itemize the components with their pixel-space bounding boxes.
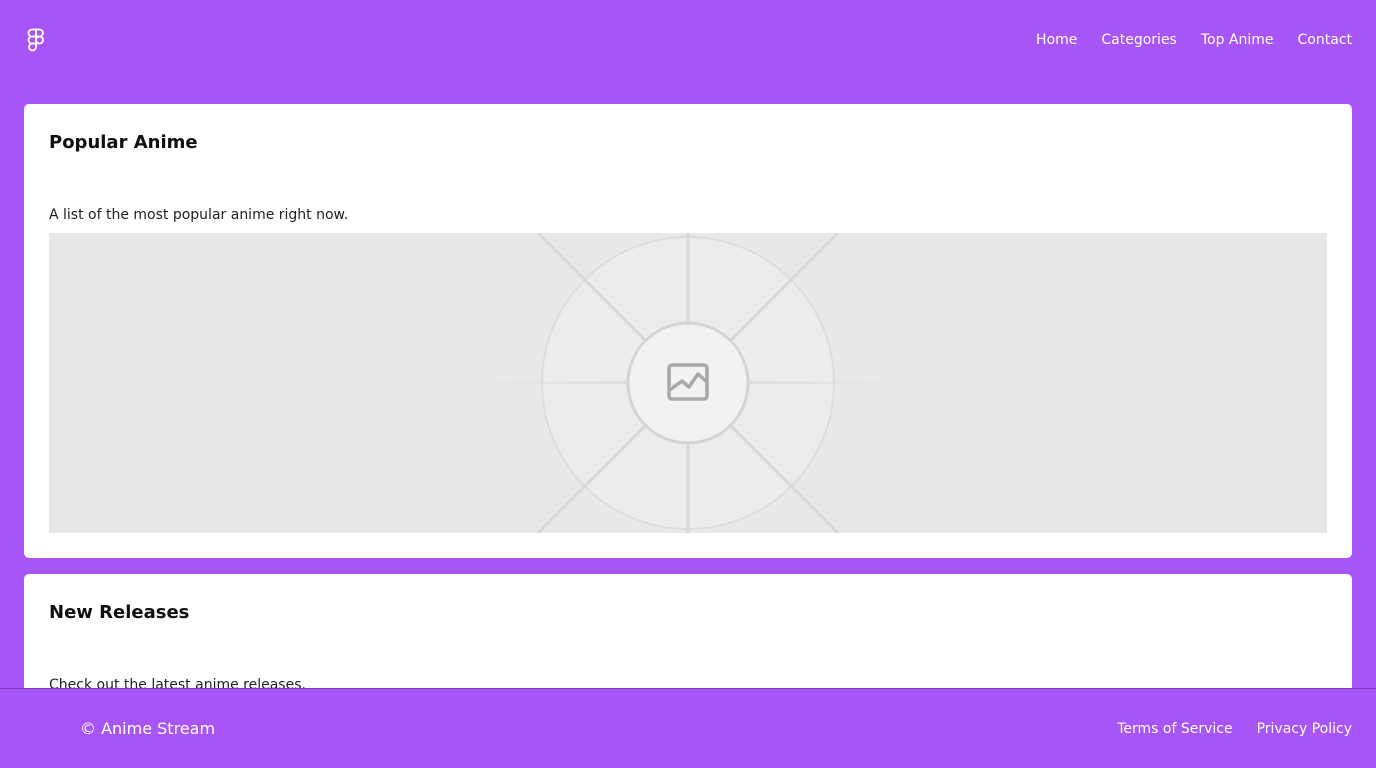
footer-links: Terms of Service Privacy Policy	[1117, 720, 1352, 738]
nav-categories[interactable]: Categories	[1101, 30, 1176, 50]
section-title: Popular Anime	[49, 132, 198, 153]
site-header: Home Categories Top Anime Contact	[0, 0, 1376, 80]
section-title: New Releases	[49, 602, 190, 623]
copyright-text: © Anime Stream	[80, 719, 216, 738]
page: Home Categories Top Anime Contact Popula…	[0, 0, 1376, 768]
image-placeholder-graphic	[479, 233, 897, 533]
nav-contact[interactable]: Contact	[1298, 30, 1352, 50]
nav-home[interactable]: Home	[1036, 30, 1077, 50]
privacy-policy-link[interactable]: Privacy Policy	[1257, 720, 1352, 738]
figma-logo-icon[interactable]	[26, 28, 46, 54]
section-description: A list of the most popular anime right n…	[49, 207, 349, 223]
nav-top-anime[interactable]: Top Anime	[1201, 30, 1274, 50]
image-placeholder	[49, 233, 1327, 533]
terms-of-service-link[interactable]: Terms of Service	[1117, 720, 1232, 738]
site-footer: © Anime Stream Terms of Service Privacy …	[0, 688, 1376, 768]
main-nav: Home Categories Top Anime Contact	[1036, 30, 1352, 50]
popular-anime-card: Popular Anime A list of the most popular…	[24, 104, 1352, 558]
